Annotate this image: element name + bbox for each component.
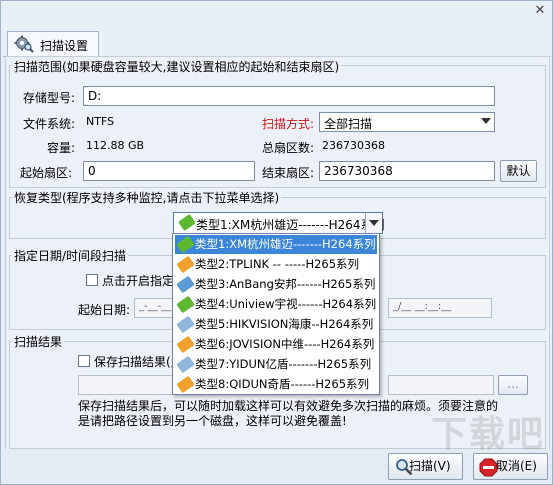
tag-icon (178, 213, 196, 232)
tag-icon (176, 295, 195, 314)
dropdown-option[interactable]: 类型2:TPLINK -- -----H265系列 (175, 255, 377, 274)
chevron-down-icon (481, 118, 491, 124)
scan-range-title: 扫描范围(如果硬盘容量较大,建议设置相应的起始和结束扇区) (12, 58, 342, 75)
storage-field[interactable]: D: (83, 86, 495, 106)
magnifier-icon (396, 459, 413, 476)
scan-mode-label: 扫描方式: (262, 117, 315, 131)
save-path-field-tail (388, 375, 494, 395)
dropdown-option[interactable]: 类型4:Uniview宇视------H264系列 (175, 295, 377, 314)
recovery-type-title: 恢复类型(程序支持多种监控,请点击下拉菜单选择) (12, 189, 282, 206)
date-range-title: 指定日期/时间段扫描 (12, 247, 129, 264)
dropdown-toggle[interactable] (365, 213, 382, 233)
fs-value: NTFS (86, 115, 115, 128)
tag-icon (176, 335, 195, 354)
scan-button-label: 扫描(V) (409, 459, 451, 473)
date-enable-checkbox[interactable] (86, 274, 98, 286)
save-result-checkbox[interactable] (78, 355, 90, 367)
cancel-button-label: 取消(E) (496, 459, 537, 473)
capacity-label: 容量: (47, 141, 76, 155)
tag-icon (176, 275, 195, 294)
tag-icon (176, 355, 195, 374)
recovery-type-select[interactable]: 类型1:XM杭州雄迈-------H264系列 (173, 212, 385, 234)
dropdown-option[interactable]: 类型5:HIKVISION海康--H264系列 (175, 315, 377, 334)
cancel-button[interactable]: 取消(E) (473, 453, 548, 480)
scan-result-title: 扫描结果 (12, 333, 65, 350)
tab-scan-settings[interactable]: 扫描设置 (7, 31, 99, 56)
start-sector-label: 起始扇区: (20, 166, 73, 180)
close-icon[interactable]: ✕ (532, 4, 548, 18)
default-button[interactable]: 默认 (500, 160, 537, 182)
tag-icon (176, 315, 195, 334)
recovery-type-value: 类型1:XM杭州雄迈-------H264系列 (196, 218, 385, 232)
tag-icon (176, 375, 195, 394)
recovery-type-dropdown: 类型1:XM杭州雄迈-------H264系列 类型2:TPLINK -- --… (172, 233, 380, 395)
dropdown-option[interactable]: 类型8:QIDUN奇盾------H265系列 (175, 375, 377, 394)
tab-label: 扫描设置 (40, 39, 89, 53)
save-result-label: 保存扫描结果(点 (94, 355, 183, 369)
storage-label: 存储型号: (23, 91, 76, 105)
dropdown-option[interactable]: 类型3:AnBang安邦------H265系列 (175, 275, 377, 294)
tag-icon (176, 235, 195, 254)
browse-button[interactable]: ... (498, 375, 528, 395)
end-date-field[interactable]: _/__ __:__:__ (388, 298, 492, 318)
dropdown-option[interactable]: 类型6:JOVISION中维----H264系列 (175, 335, 377, 354)
end-sector-field[interactable]: 236730368 (319, 161, 495, 181)
start-date-label: 起始日期: (78, 303, 131, 317)
chevron-down-icon (369, 220, 379, 226)
fs-label: 文件系统: (23, 117, 76, 131)
scan-button[interactable]: 扫描(V) (388, 453, 463, 480)
gear-search-icon (14, 35, 34, 53)
end-sector-label: 结束扇区: (262, 166, 315, 180)
tag-icon (176, 255, 195, 274)
tab-bar: 扫描设置 (3, 29, 551, 57)
total-sectors-value: 236730368 (322, 139, 385, 152)
capacity-value: 112.88 GB (86, 139, 145, 152)
scan-mode-select[interactable]: 全部扫描 (319, 112, 495, 132)
watermark: 下载吧 (431, 414, 546, 455)
dropdown-option[interactable]: 类型1:XM杭州雄迈-------H264系列 (175, 235, 377, 254)
stop-icon (479, 458, 498, 477)
scan-mode-value: 全部扫描 (324, 117, 373, 131)
start-sector-field[interactable]: 0 (83, 161, 255, 181)
total-sectors-label: 总扇区数: (262, 141, 315, 155)
scan-settings-window: ✕ 扫描设置 扫描范围(如果硬盘容量较大,建议设置相应的起始和结束扇区) 存储型… (0, 0, 553, 485)
dropdown-option[interactable]: 类型7:YIDUN亿盾-------H265系列 (175, 355, 377, 374)
